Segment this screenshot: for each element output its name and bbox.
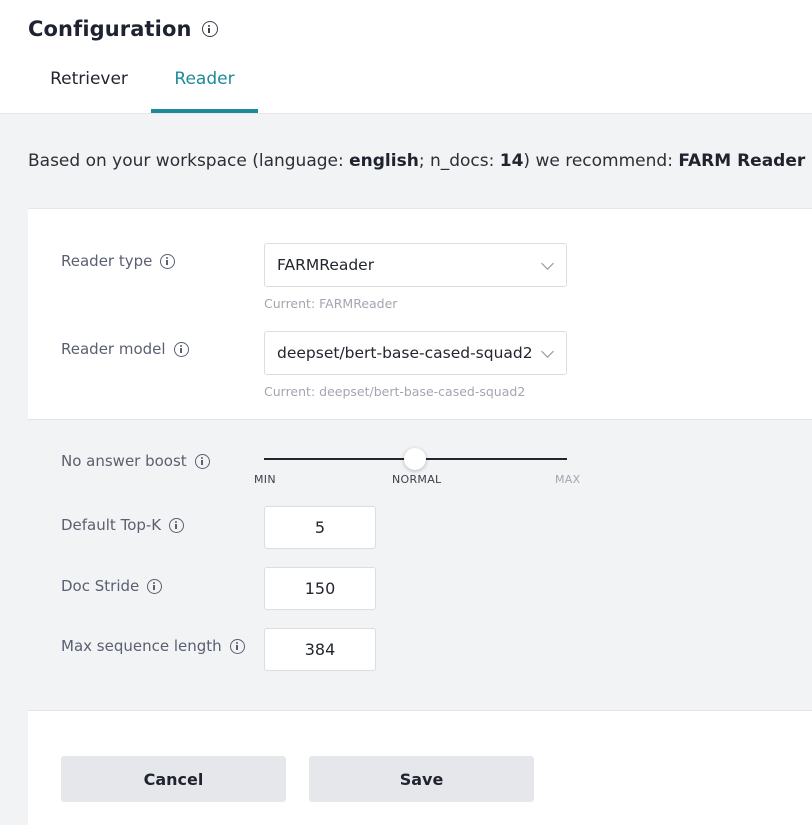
tab-bar: Retriever Reader <box>0 60 812 114</box>
save-button[interactable]: Save <box>309 756 534 802</box>
max-seq-input[interactable]: 384 <box>264 628 376 671</box>
reader-type-value: FARMReader <box>277 256 375 274</box>
page-header: Configuration Retriever Reader <box>0 0 812 114</box>
doc-stride-input[interactable]: 150 <box>264 567 376 610</box>
no-answer-boost-label: No answer boost <box>61 452 187 470</box>
info-icon[interactable] <box>194 453 210 469</box>
reader-model-value: deepset/bert-base-cased-squad2 <box>277 344 533 362</box>
info-icon[interactable] <box>160 253 176 269</box>
max-seq-label: Max sequence length <box>61 637 222 655</box>
info-icon[interactable] <box>229 638 245 654</box>
no-answer-boost-label-row: No answer boost <box>61 452 210 470</box>
top-k-label: Default Top-K <box>61 516 162 534</box>
reader-model-select[interactable]: deepset/bert-base-cased-squad2 <box>264 331 567 375</box>
recommendation-text: Based on your workspace (language: engli… <box>28 151 805 171</box>
max-seq-label-row: Max sequence length <box>61 637 245 655</box>
recommendation-mid1: ; n_docs: <box>418 151 500 171</box>
reader-type-label-row: Reader type <box>61 252 176 270</box>
tab-reader[interactable]: Reader <box>151 52 258 106</box>
page-title: Configuration <box>28 17 192 41</box>
reader-type-select[interactable]: FARMReader <box>264 243 567 287</box>
recommendation-ndocs: 14 <box>499 151 524 171</box>
doc-stride-label-row: Doc Stride <box>61 577 163 595</box>
recommendation-reader: FARM Reader <box>678 151 806 171</box>
chevron-down-icon <box>541 345 554 358</box>
reader-model-current: Current: deepset/bert-base-cased-squad2 <box>264 384 526 399</box>
info-icon[interactable] <box>147 578 163 594</box>
recommendation-prefix: Based on your workspace (language: <box>28 151 350 171</box>
config-card: Reader type FARMReader Current: FARMRead… <box>28 208 812 825</box>
recommendation-mid2: ) we recommend: <box>523 151 679 171</box>
info-icon[interactable] <box>173 341 189 357</box>
active-tab-indicator <box>151 109 258 113</box>
parameters-section: No answer boost MIN NORMAL MAX Default T… <box>28 419 812 711</box>
reader-model-label: Reader model <box>61 340 166 358</box>
doc-stride-label: Doc Stride <box>61 577 140 595</box>
chevron-down-icon <box>541 257 554 270</box>
title-row: Configuration <box>28 17 218 41</box>
top-k-input[interactable]: 5 <box>264 506 376 549</box>
info-icon[interactable] <box>201 21 218 37</box>
slider-max-label: MAX <box>555 473 581 486</box>
tab-retriever[interactable]: Retriever <box>28 52 150 106</box>
reader-model-label-row: Reader model <box>61 340 189 358</box>
top-k-label-row: Default Top-K <box>61 516 185 534</box>
slider-normal-label: NORMAL <box>392 473 442 486</box>
no-answer-boost-slider-thumb[interactable] <box>404 448 426 470</box>
recommendation-language: english <box>349 151 419 171</box>
content-area: Based on your workspace (language: engli… <box>0 114 812 825</box>
cancel-button[interactable]: Cancel <box>61 756 286 802</box>
slider-min-label: MIN <box>254 473 276 486</box>
reader-type-label: Reader type <box>61 252 153 270</box>
info-icon[interactable] <box>169 517 185 533</box>
reader-type-current: Current: FARMReader <box>264 296 398 311</box>
